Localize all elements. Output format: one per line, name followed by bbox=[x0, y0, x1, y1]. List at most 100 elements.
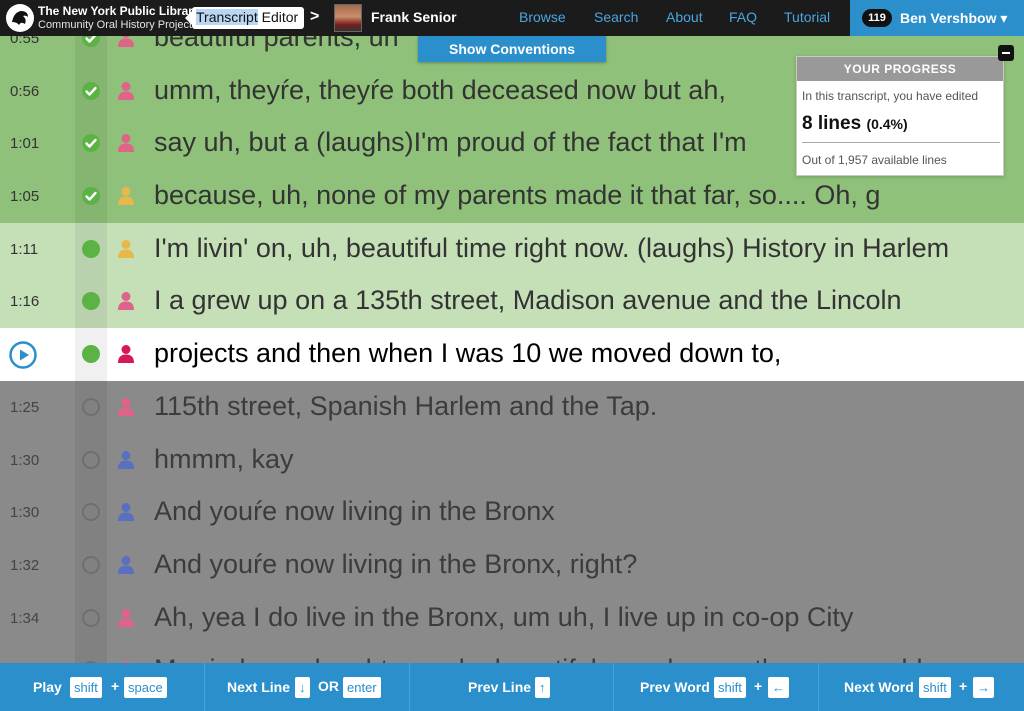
line-timestamp[interactable]: 1:30 bbox=[10, 452, 39, 469]
line-timestamp[interactable]: 1:05 bbox=[10, 188, 39, 205]
transcript-line[interactable]: 1:30 hmmm, kay bbox=[0, 433, 1024, 487]
line-timestamp[interactable]: 1:16 bbox=[10, 293, 39, 310]
line-timestamp[interactable]: 0:56 bbox=[10, 83, 39, 100]
line-text[interactable]: umm, theyŕe, theyŕe both deceased now bu… bbox=[154, 75, 726, 106]
line-text[interactable]: projects and then when I was 10 we moved… bbox=[154, 338, 781, 369]
transcript-line[interactable]: 1:05 because, uh, none of my parents made… bbox=[0, 170, 1024, 223]
filled-circle-icon bbox=[82, 239, 100, 258]
speaker-person-icon[interactable] bbox=[117, 291, 135, 311]
check-circle-icon bbox=[82, 134, 100, 153]
key-arrow-right: → bbox=[973, 677, 994, 698]
empty-circle-icon bbox=[82, 450, 100, 469]
progress-description: In this transcript, you have edited bbox=[802, 89, 979, 103]
play-icon[interactable] bbox=[9, 341, 37, 369]
line-timestamp[interactable]: 1:32 bbox=[10, 557, 39, 574]
nav-faq[interactable]: FAQ bbox=[729, 9, 757, 25]
shortcut-label: Next Line bbox=[227, 679, 291, 695]
key-shift: shift bbox=[714, 677, 746, 698]
breadcrumb-transcript-editor[interactable]: Transcript Editor bbox=[184, 7, 305, 29]
key-arrow-up: ↑ bbox=[535, 677, 550, 698]
line-timestamp[interactable]: 1:34 bbox=[10, 610, 39, 627]
nav-tutorial[interactable]: Tutorial bbox=[784, 9, 830, 25]
user-menu[interactable]: 119 Ben Vershbow ▾ bbox=[850, 0, 1024, 36]
empty-circle-icon bbox=[82, 397, 100, 416]
transcript-line[interactable]: 1:34 Ah, yea I do live in the Bronx, um u… bbox=[0, 591, 1024, 645]
line-timestamp[interactable]: 1:01 bbox=[10, 135, 39, 152]
key-shift: shift bbox=[919, 677, 951, 698]
line-text[interactable]: 115th street, Spanish Harlem and the Tap… bbox=[154, 391, 657, 422]
line-text[interactable]: And youŕe now living in the Bronx bbox=[154, 496, 555, 527]
shortcut-label: Prev Line bbox=[468, 679, 532, 695]
nav-about[interactable]: About bbox=[666, 9, 703, 25]
key-arrow-left: ← bbox=[768, 677, 789, 698]
line-text[interactable]: hmmm, kay bbox=[154, 444, 294, 475]
empty-circle-icon bbox=[82, 555, 100, 574]
top-navbar: The New York Public Library Community Or… bbox=[0, 0, 1024, 36]
library-name[interactable]: The New York Public Library bbox=[38, 4, 200, 18]
speaker-person-icon[interactable] bbox=[117, 450, 135, 470]
shortcut-prev-word[interactable]: Prev Word shift + ← bbox=[614, 663, 819, 711]
lines-edited-percent: (0.4%) bbox=[866, 116, 908, 132]
user-name: Ben Vershbow ▾ bbox=[900, 10, 1008, 26]
key-shift: shift bbox=[70, 677, 102, 698]
progress-divider bbox=[802, 142, 1000, 143]
empty-circle-icon bbox=[82, 608, 100, 627]
speaker-person-icon[interactable] bbox=[117, 81, 135, 101]
transcript-line[interactable]: 1:25 115th street, Spanish Harlem and the… bbox=[0, 380, 1024, 434]
progress-heading: YOUR PROGRESS bbox=[797, 57, 1003, 81]
project-name[interactable]: Community Oral History Project bbox=[38, 19, 192, 31]
shortcut-label: Next Word bbox=[844, 679, 914, 695]
shortcut-label: Prev Word bbox=[640, 679, 710, 695]
speaker-person-icon[interactable] bbox=[117, 555, 135, 575]
line-timestamp[interactable]: 1:30 bbox=[10, 504, 39, 521]
line-text[interactable]: say uh, but a (laughs)I'm proud of the f… bbox=[154, 127, 747, 158]
keyboard-shortcut-bar: Play shift + space Next Line ↓ OR enter … bbox=[0, 663, 1024, 711]
key-separator: + bbox=[754, 678, 763, 694]
speaker-person-icon[interactable] bbox=[117, 397, 135, 417]
nypl-lion-logo-icon[interactable] bbox=[6, 4, 34, 32]
check-circle-icon bbox=[82, 187, 100, 206]
speaker-person-icon[interactable] bbox=[117, 502, 135, 522]
transcript-line[interactable]: 1:32 And youŕe now living in the Bronx, r… bbox=[0, 538, 1024, 592]
transcript-line[interactable]: 1:30 And youŕe now living in the Bronx bbox=[0, 486, 1024, 539]
nav-search[interactable]: Search bbox=[594, 9, 638, 25]
shortcut-next-word[interactable]: Next Word shift + → bbox=[819, 663, 1024, 711]
speaker-person-icon[interactable] bbox=[117, 133, 135, 153]
key-space: space bbox=[124, 677, 167, 698]
transcript-line-active[interactable]: projects and then when I was 10 we moved… bbox=[0, 328, 1024, 381]
narrator-photo[interactable] bbox=[334, 4, 362, 32]
line-text[interactable]: I'm livin' on, uh, beautiful time right … bbox=[154, 233, 949, 264]
line-timestamp[interactable]: 1:25 bbox=[10, 399, 39, 416]
line-text[interactable]: because, uh, none of my parents made it … bbox=[154, 180, 880, 211]
speaker-person-icon[interactable] bbox=[117, 344, 135, 364]
key-arrow-down: ↓ bbox=[295, 677, 310, 698]
empty-circle-icon bbox=[82, 503, 100, 522]
chevron-right-icon: > bbox=[310, 8, 320, 25]
line-timestamp[interactable]: 1:11 bbox=[10, 241, 38, 258]
progress-lines-edited: 8 lines (0.4%) bbox=[802, 113, 908, 135]
breadcrumb-label: Editor bbox=[257, 9, 299, 25]
line-text[interactable]: Ah, yea I do live in the Bronx, um uh, I… bbox=[154, 602, 853, 633]
shortcut-play[interactable]: Play shift + space bbox=[0, 663, 205, 711]
key-separator: OR bbox=[318, 678, 339, 694]
filled-circle-icon bbox=[82, 345, 100, 364]
check-circle-icon bbox=[82, 81, 100, 100]
show-conventions-button[interactable]: Show Conventions bbox=[418, 36, 606, 62]
shortcut-label: Play bbox=[33, 679, 62, 695]
speaker-person-icon[interactable] bbox=[117, 186, 135, 206]
shortcut-prev-line[interactable]: Prev Line ↑ bbox=[410, 663, 614, 711]
speaker-person-icon[interactable] bbox=[117, 239, 135, 259]
transcript-line[interactable]: 1:16 I a grew up on a 135th street, Madis… bbox=[0, 275, 1024, 329]
key-enter: enter bbox=[343, 677, 381, 698]
transcript-line[interactable]: 1:11 I'm livin' on, uh, beautiful time ri… bbox=[0, 222, 1024, 276]
key-separator: + bbox=[111, 678, 120, 694]
key-separator: + bbox=[959, 678, 968, 694]
nav-browse[interactable]: Browse bbox=[519, 9, 566, 25]
line-text[interactable]: I a grew up on a 135th street, Madison a… bbox=[154, 285, 902, 316]
line-text[interactable]: And youŕe now living in the Bronx, right… bbox=[154, 549, 637, 580]
narrator-name[interactable]: Frank Senior bbox=[371, 9, 457, 25]
collapse-progress-icon[interactable] bbox=[998, 45, 1014, 61]
progress-available-lines: Out of 1,957 available lines bbox=[802, 153, 947, 167]
shortcut-next-line[interactable]: Next Line ↓ OR enter bbox=[205, 663, 410, 711]
speaker-person-icon[interactable] bbox=[117, 608, 135, 628]
